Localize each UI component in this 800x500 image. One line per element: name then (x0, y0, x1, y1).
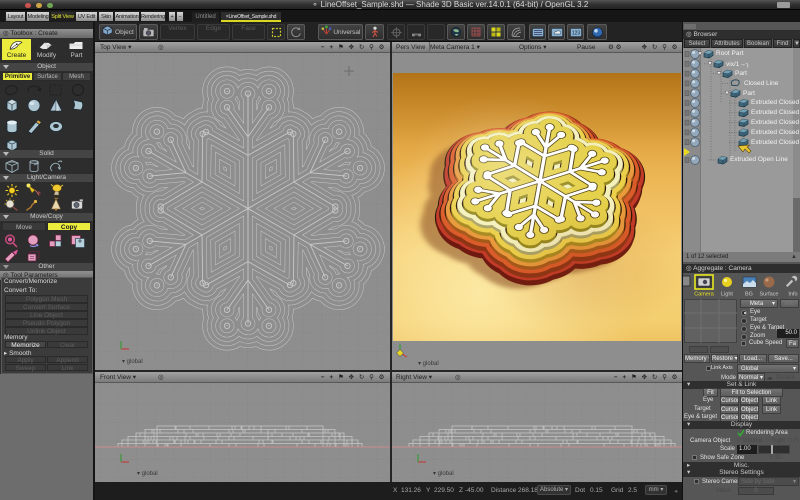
svg-text:Camera: Camera (694, 292, 715, 298)
svg-text:Info: Info (788, 292, 797, 298)
svg-text:BG: BG (745, 292, 753, 298)
svg-text:Light: Light (721, 292, 733, 298)
svg-text:Surface: Surface (760, 292, 779, 298)
svg-text:123: 123 (571, 31, 580, 37)
